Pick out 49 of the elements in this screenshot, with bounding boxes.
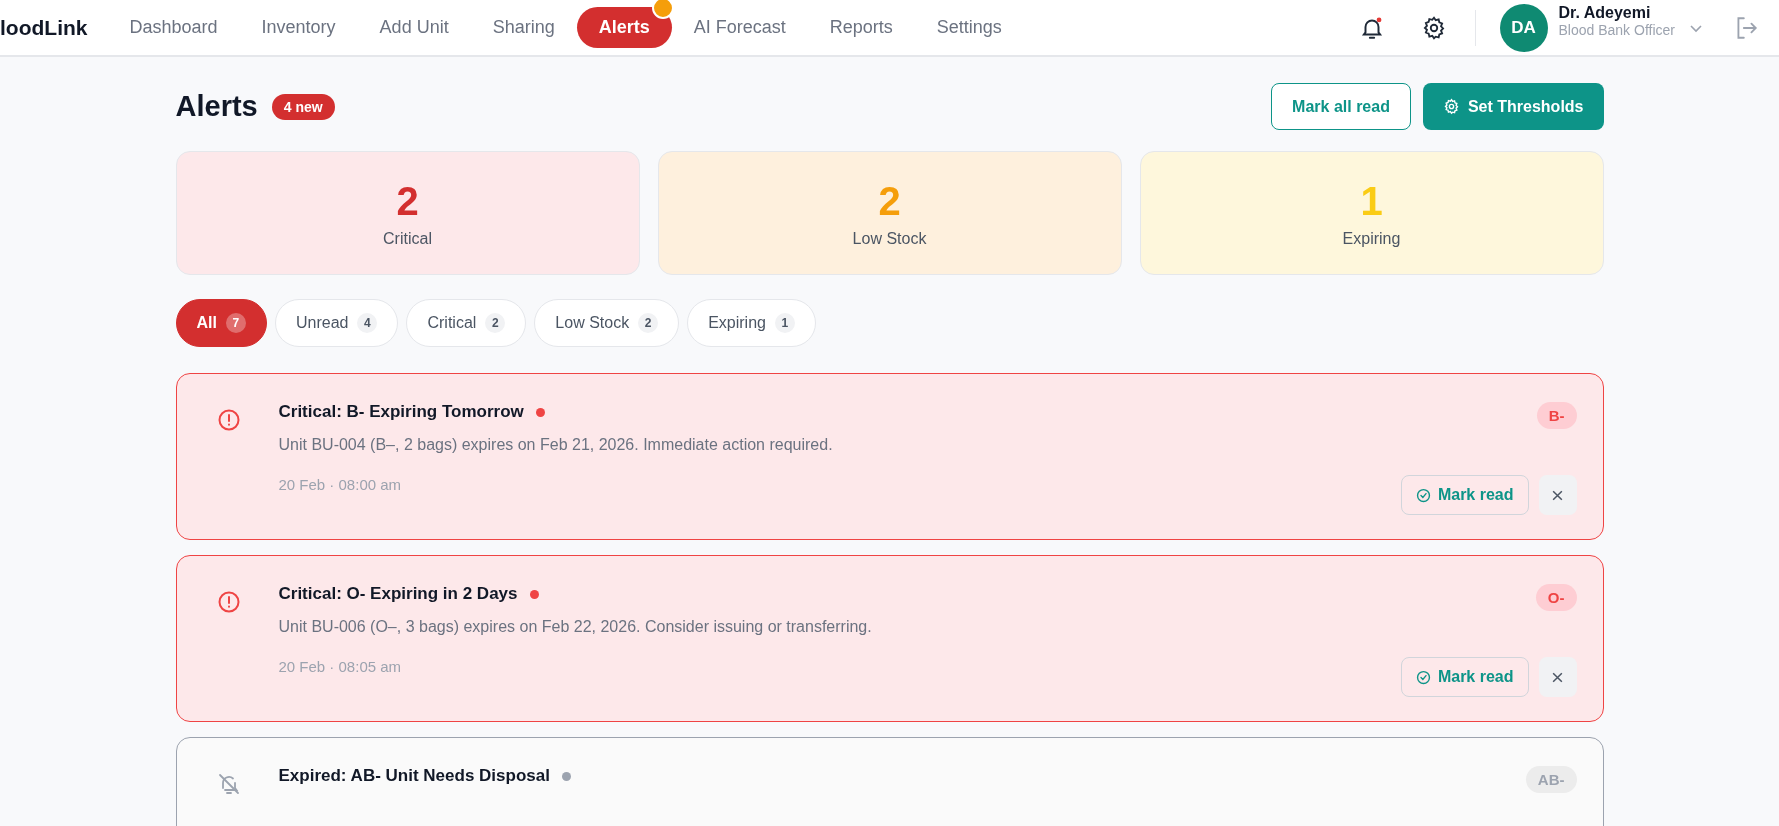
stat-value: 2 xyxy=(396,178,419,224)
alert-title: Critical: O- Expiring in 2 Days xyxy=(278,584,518,604)
filter-chip[interactable]: Low Stock 2 xyxy=(534,299,680,347)
nav-link[interactable]: Reports xyxy=(807,7,915,48)
nav-link[interactable]: Settings xyxy=(914,7,1024,48)
gear-icon xyxy=(1442,98,1460,115)
alert-description: Unit BU-006 (O–, 3 bags) expires on Feb 22, 2026. Consider issuing or transferring. xyxy=(278,618,873,636)
mark-read-button[interactable]: Mark read xyxy=(1400,475,1529,515)
alert-description: Unit BU-004 (B–, 2 bags) expires on Feb 21, 2026. Immediate action required. xyxy=(278,436,834,454)
app-logo[interactable]: loodLink xyxy=(0,15,88,40)
blood-type-tag: O- xyxy=(1535,584,1577,611)
stat-value: 2 xyxy=(878,178,901,224)
nav-link[interactable]: Inventory xyxy=(239,7,358,48)
close-icon xyxy=(1551,670,1564,684)
close-icon xyxy=(1551,488,1564,502)
filter-chip[interactable]: Unread 4 xyxy=(274,299,399,347)
user-name: Dr. Adeyemi xyxy=(1558,3,1652,22)
nav-link[interactable]: Dashboard xyxy=(107,7,240,48)
alert-title: Critical: B- Expiring Tomorrow xyxy=(278,402,524,422)
check-circle-icon xyxy=(1415,669,1431,685)
page-title: Alerts xyxy=(175,90,258,123)
mark-read-button[interactable]: Mark read xyxy=(1400,657,1529,697)
stat-value: 1 xyxy=(1360,178,1383,224)
nav-link[interactable]: AI Forecast xyxy=(671,7,808,48)
close-button[interactable] xyxy=(1538,475,1577,515)
close-button[interactable] xyxy=(1538,657,1577,697)
user-role: Blood Bank Officer xyxy=(1558,21,1675,38)
filter-chip[interactable]: Critical 2 xyxy=(406,299,527,347)
nav-link[interactable]: Alerts xyxy=(576,7,672,48)
bell-off-icon xyxy=(216,772,241,796)
filter-chip[interactable]: Expiring 1 xyxy=(687,299,816,347)
blood-type-tag: B- xyxy=(1536,402,1577,429)
alert-title: Expired: AB- Unit Needs Disposal xyxy=(278,766,550,786)
check-circle-icon xyxy=(1415,487,1431,503)
alert-timestamp: 20 Feb · 08:00 am xyxy=(278,476,403,493)
blood-type-tag: AB- xyxy=(1525,766,1577,793)
new-count-badge: 4 new xyxy=(271,93,335,120)
stat-label: Critical xyxy=(383,229,432,248)
stat-label: Low Stock xyxy=(852,229,927,248)
stat-label: Expiring xyxy=(1342,229,1401,248)
nav-link[interactable]: Sharing xyxy=(470,7,577,48)
warning-circle-icon xyxy=(216,408,241,432)
warning-circle-icon xyxy=(216,590,241,614)
set-thresholds-button[interactable]: Set Thresholds xyxy=(1422,83,1604,130)
nav-link[interactable]: Add Unit xyxy=(357,7,471,48)
filter-chip[interactable]: All 7 xyxy=(175,299,267,347)
user-avatar[interactable]: DA xyxy=(1499,3,1548,52)
mark-all-read-button[interactable]: Mark all read xyxy=(1271,83,1411,130)
alert-timestamp: 20 Feb · 08:05 am xyxy=(278,658,403,675)
